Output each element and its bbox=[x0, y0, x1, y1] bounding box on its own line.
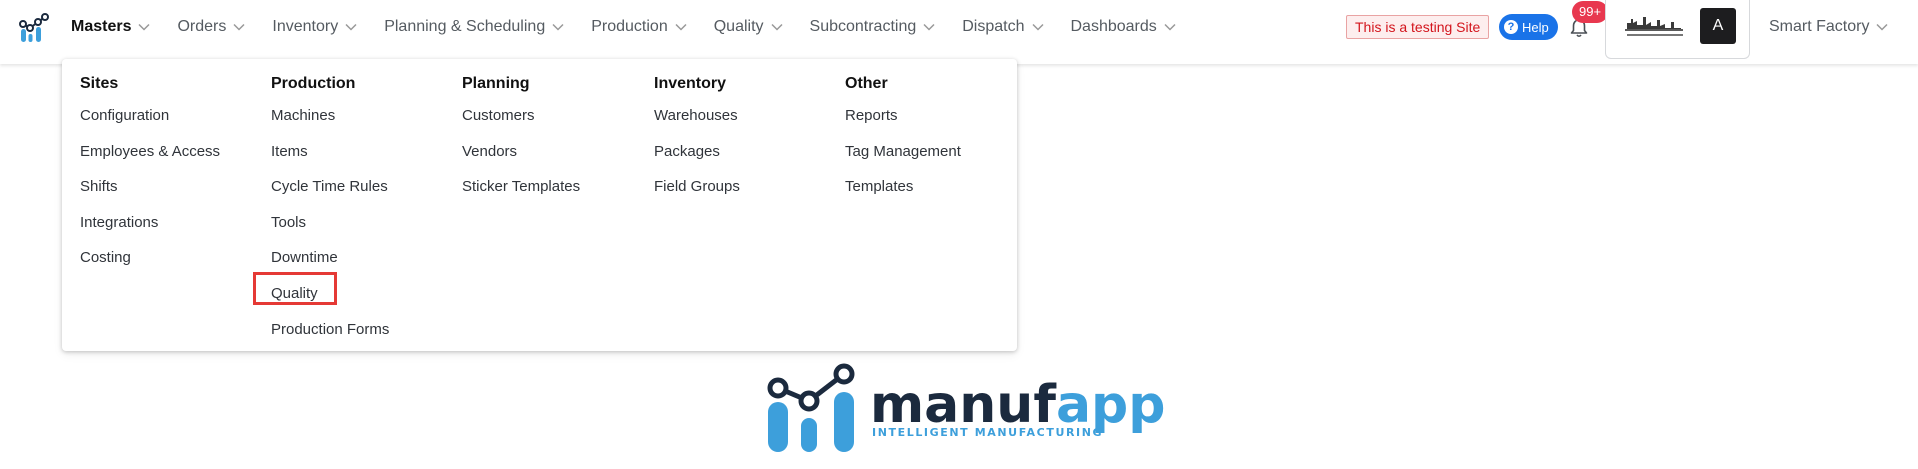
nav-item-label: Orders bbox=[177, 18, 227, 35]
menu-item-employees-access[interactable]: Employees & Access bbox=[80, 141, 220, 163]
menu-item-shifts[interactable]: Shifts bbox=[80, 176, 220, 198]
menu-column-other: Other Reports Tag Management Templates bbox=[845, 73, 961, 198]
chevron-down-icon bbox=[923, 23, 935, 31]
menu-item-tag-management[interactable]: Tag Management bbox=[845, 141, 961, 163]
menu-item-production-forms[interactable]: Production Forms bbox=[271, 319, 389, 341]
testing-site-badge: This is a testing Site bbox=[1346, 15, 1490, 39]
menu-column-sites: Sites Configuration Employees & Access S… bbox=[80, 73, 220, 269]
nav-item-orders[interactable]: Orders bbox=[177, 18, 245, 36]
main-nav: Masters Orders Inventory Planning & Sche… bbox=[71, 0, 1203, 54]
masters-mega-menu: Sites Configuration Employees & Access S… bbox=[62, 59, 1017, 351]
menu-column-title: Sites bbox=[80, 75, 119, 92]
chevron-down-icon bbox=[675, 23, 687, 31]
manufacturing-logo-image bbox=[1625, 17, 1683, 36]
nav-item-masters[interactable]: Masters bbox=[71, 18, 151, 36]
chevron-down-icon bbox=[1876, 23, 1888, 31]
menu-item-vendors[interactable]: Vendors bbox=[462, 141, 580, 163]
nav-item-label: Planning & Scheduling bbox=[384, 18, 546, 35]
nav-item-label: Quality bbox=[713, 18, 764, 35]
menu-column-planning: Planning Customers Vendors Sticker Templ… bbox=[462, 73, 580, 198]
nav-item-dispatch[interactable]: Dispatch bbox=[962, 18, 1044, 36]
menu-column-title: Other bbox=[845, 75, 888, 92]
nav-item-subcontracting[interactable]: Subcontracting bbox=[810, 18, 936, 36]
menu-item-items[interactable]: Items bbox=[271, 141, 389, 163]
menu-item-integrations[interactable]: Integrations bbox=[80, 212, 220, 234]
user-avatar[interactable]: A bbox=[1700, 8, 1736, 44]
factory-selector[interactable]: Smart Factory bbox=[1769, 0, 1888, 54]
manufapp-brand-logo: manufapp INTELLIGENT MANUFACTURING bbox=[767, 363, 1164, 452]
menu-item-cycle-time-rules[interactable]: Cycle Time Rules bbox=[271, 176, 389, 198]
nav-item-dashboards[interactable]: Dashboards bbox=[1071, 18, 1176, 36]
help-label: Help bbox=[1522, 19, 1549, 35]
help-button[interactable]: ? Help bbox=[1499, 14, 1558, 40]
chevron-down-icon bbox=[552, 23, 564, 31]
chevron-down-icon bbox=[138, 23, 151, 31]
menu-item-packages[interactable]: Packages bbox=[654, 141, 740, 163]
nav-item-label: Inventory bbox=[272, 18, 339, 35]
notification-count-badge: 99+ bbox=[1572, 1, 1609, 23]
chevron-down-icon bbox=[770, 23, 783, 31]
menu-column-title: Inventory bbox=[654, 75, 727, 92]
top-navbar: Masters Orders Inventory Planning & Sche… bbox=[0, 0, 1918, 64]
nav-item-label: Dispatch bbox=[962, 18, 1025, 35]
nav-item-label: Subcontracting bbox=[809, 18, 917, 35]
nav-item-quality[interactable]: Quality bbox=[714, 18, 783, 36]
nav-item-planning-scheduling[interactable]: Planning & Scheduling bbox=[384, 18, 564, 36]
organization-switcher[interactable]: A bbox=[1605, 0, 1750, 59]
menu-item-warehouses[interactable]: Warehouses bbox=[654, 105, 740, 127]
brand-tagline: INTELLIGENT MANUFACTURING bbox=[872, 426, 1103, 439]
chevron-down-icon bbox=[1164, 23, 1176, 31]
chevron-down-icon bbox=[233, 23, 245, 31]
menu-item-templates[interactable]: Templates bbox=[845, 176, 961, 198]
menu-item-field-groups[interactable]: Field Groups bbox=[654, 176, 740, 198]
nav-item-label: Production bbox=[591, 18, 668, 35]
chevron-down-icon bbox=[345, 23, 357, 31]
manufapp-logo-icon bbox=[767, 363, 855, 452]
manufapp-logo-icon[interactable] bbox=[18, 12, 50, 44]
menu-item-tools[interactable]: Tools bbox=[271, 212, 389, 234]
menu-column-title: Production bbox=[271, 75, 356, 92]
nav-item-production[interactable]: Production bbox=[591, 18, 687, 36]
menu-item-sticker-templates[interactable]: Sticker Templates bbox=[462, 176, 580, 198]
menu-item-machines[interactable]: Machines bbox=[271, 105, 389, 127]
nav-item-label: Dashboards bbox=[1070, 18, 1157, 35]
help-icon: ? bbox=[1504, 20, 1518, 34]
quality-highlight-box bbox=[253, 272, 337, 305]
menu-item-reports[interactable]: Reports bbox=[845, 105, 961, 127]
chevron-down-icon bbox=[1031, 23, 1044, 31]
menu-item-configuration[interactable]: Configuration bbox=[80, 105, 220, 127]
menu-item-costing[interactable]: Costing bbox=[80, 247, 220, 269]
menu-column-inventory: Inventory Warehouses Packages Field Grou… bbox=[654, 73, 740, 198]
nav-item-inventory[interactable]: Inventory bbox=[272, 18, 357, 36]
nav-item-label: Masters bbox=[71, 18, 132, 35]
factory-name: Smart Factory bbox=[1769, 18, 1870, 35]
menu-column-title: Planning bbox=[462, 75, 530, 92]
menu-item-downtime[interactable]: Downtime bbox=[271, 247, 389, 269]
menu-item-customers[interactable]: Customers bbox=[462, 105, 580, 127]
